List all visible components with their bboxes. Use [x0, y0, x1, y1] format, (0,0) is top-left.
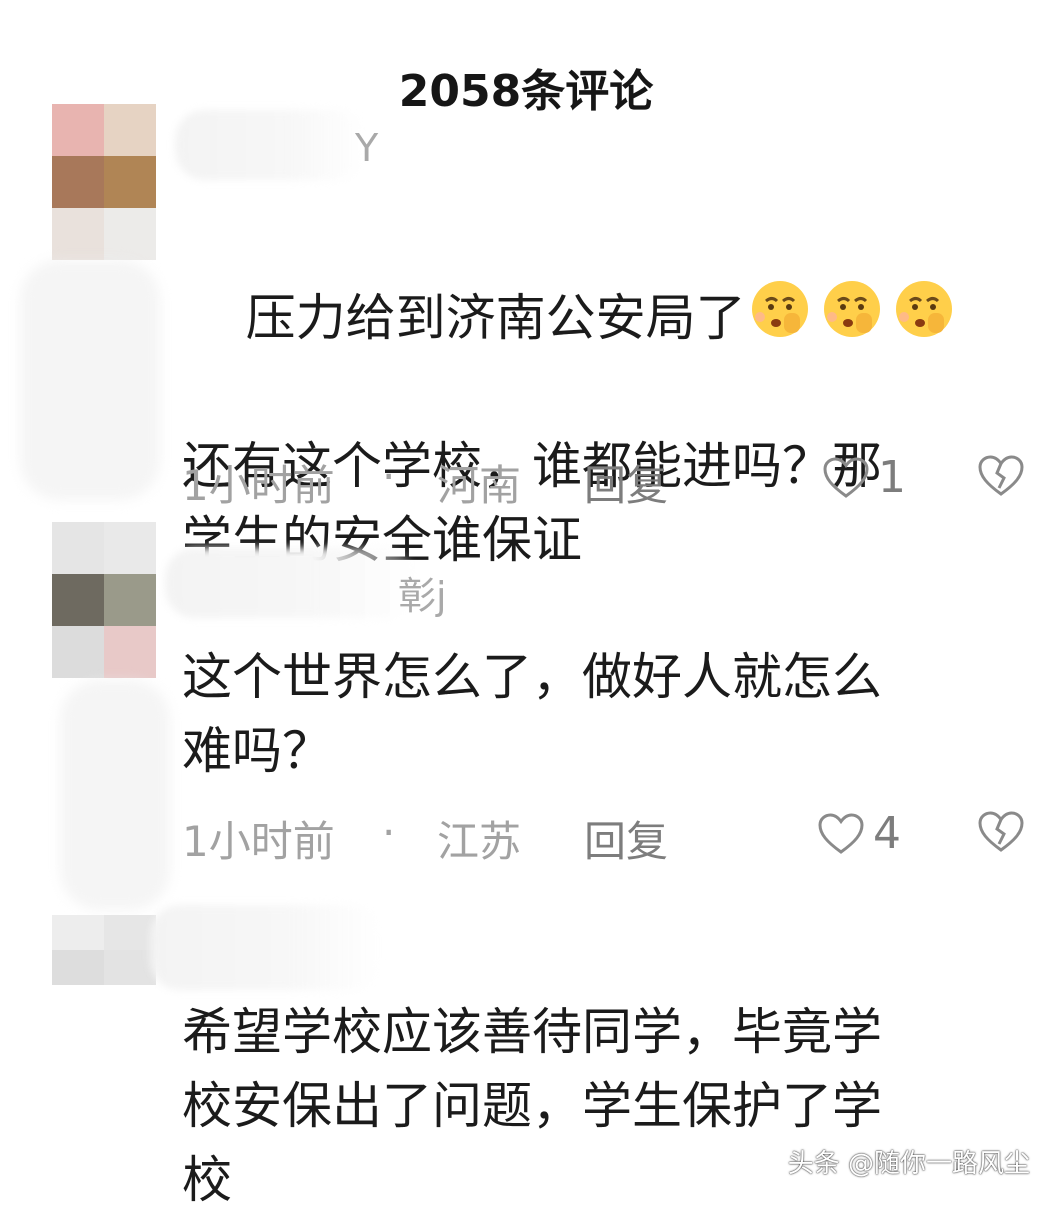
like-button[interactable]: 4 [817, 808, 901, 859]
blur-smear [20, 260, 160, 500]
comment-count-title: 2058条评论 [398, 66, 654, 117]
watermark: 头条 @随你一路风尘 [787, 1149, 1030, 1179]
comment-text-line: 压力给到济南公安局了 [245, 289, 746, 347]
broken-heart-icon [978, 811, 1024, 852]
like-button[interactable]: 1 [822, 452, 906, 503]
fearful-shushing-emoji-icon [895, 281, 952, 337]
like-count: 1 [878, 452, 906, 503]
timestamp: 1小时前 [182, 461, 335, 510]
reply-button[interactable]: 回复 [584, 808, 668, 869]
comment-meta: 1小时前 · 江苏 回复 4 [182, 808, 1032, 868]
username-blurred[interactable] [165, 548, 415, 618]
heart-outline-icon [823, 456, 869, 498]
username-blurred[interactable] [175, 110, 365, 180]
separator-dot: · [382, 452, 396, 501]
comment-meta: 1小时前 · 河南 回复 1 [182, 452, 1032, 512]
like-count: 4 [873, 808, 901, 859]
username-tail: 彰j [398, 574, 447, 618]
dislike-button[interactable] [977, 810, 1025, 864]
avatar[interactable] [52, 104, 156, 260]
username-tail: Y [355, 126, 379, 170]
timestamp: 1小时前 [182, 817, 335, 866]
blur-smear [60, 680, 170, 910]
separator-dot: · [382, 808, 396, 857]
heart-outline-icon [818, 812, 864, 854]
fearful-shushing-emoji-icon [751, 281, 808, 337]
dislike-button[interactable] [977, 454, 1025, 508]
ip-region: 江苏 [437, 817, 522, 866]
reply-button[interactable]: 回复 [584, 452, 668, 513]
avatar[interactable] [52, 915, 156, 985]
comment-text: 这个世界怎么了，做好人就怎么 难吗？ [182, 648, 882, 780]
fearful-shushing-emoji-icon [823, 281, 880, 337]
ip-region: 河南 [437, 461, 522, 510]
broken-heart-icon [978, 455, 1024, 496]
avatar[interactable] [52, 522, 156, 678]
username-blurred[interactable] [150, 905, 380, 990]
comment-text: 希望学校应该善待同学，毕竟学 校安保出了问题，学生保护了学 校 [182, 1003, 882, 1209]
